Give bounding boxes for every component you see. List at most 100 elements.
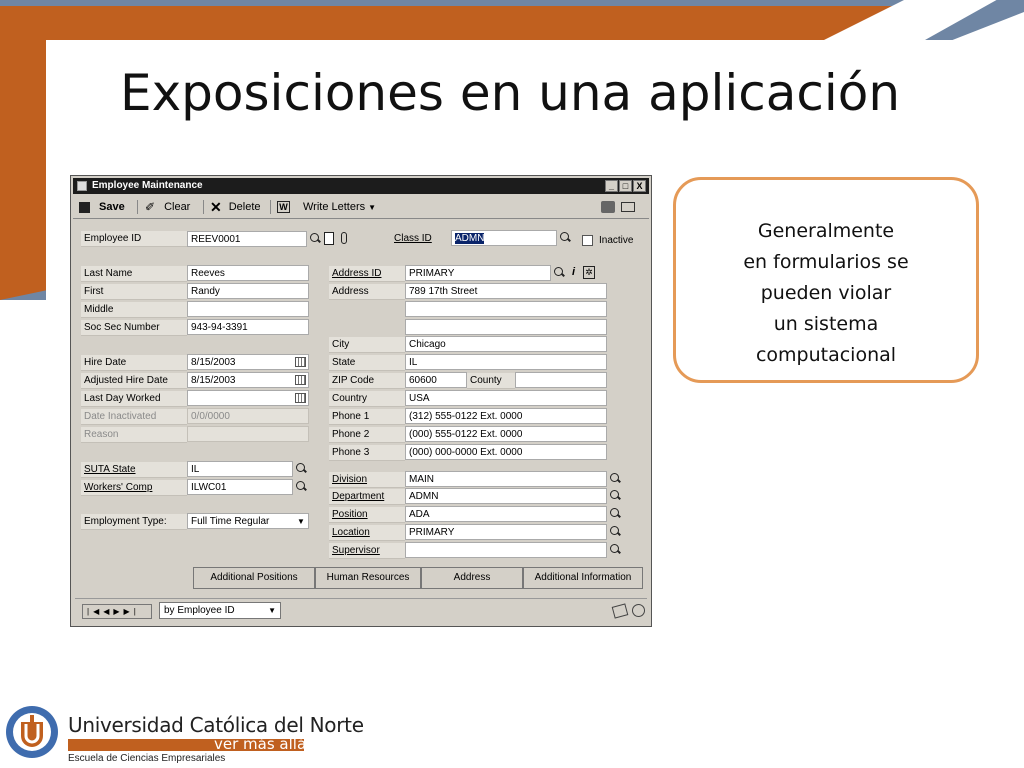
- clear-button[interactable]: ✐ Clear: [145, 200, 190, 214]
- inactive-checkbox[interactable]: [582, 235, 593, 246]
- employment-type-select[interactable]: Full Time Regular: [187, 513, 309, 529]
- reason-label: Reason: [81, 427, 187, 443]
- chevron-down-icon: ▼: [268, 606, 276, 615]
- adjusted-hire-date-field[interactable]: 8/15/2003: [187, 372, 309, 388]
- division-lookup-magnifier-icon[interactable]: [608, 472, 622, 486]
- university-name: Universidad Católica del Norte: [68, 713, 364, 737]
- callout-line: Generalmente: [757, 220, 895, 242]
- close-button[interactable]: X: [633, 180, 646, 192]
- sort-order-select[interactable]: by Employee ID ▼: [159, 602, 281, 619]
- paperclip-icon[interactable]: [341, 232, 347, 244]
- class-id-link[interactable]: Class ID: [391, 231, 446, 247]
- country-label: Country: [329, 391, 405, 407]
- division-field[interactable]: MAIN: [405, 471, 607, 487]
- document-note-icon[interactable]: [324, 232, 334, 245]
- address-line1-field[interactable]: 789 17th Street: [405, 283, 607, 299]
- minimize-button[interactable]: _: [605, 180, 618, 192]
- eraser-icon: ✐: [145, 200, 156, 214]
- supervisor-link[interactable]: Supervisor: [329, 543, 405, 559]
- last-name-label: Last Name: [81, 266, 187, 282]
- suta-lookup-magnifier-icon[interactable]: [294, 462, 308, 476]
- address-id-field[interactable]: PRIMARY: [405, 265, 551, 281]
- internet-info-icon[interactable]: ✲: [583, 266, 595, 279]
- window-view-icon[interactable]: [621, 202, 635, 212]
- record-navigation-icon[interactable]: |◀◀▶▶|: [82, 604, 152, 619]
- address-id-link[interactable]: Address ID: [329, 266, 405, 282]
- last-day-worked-label: Last Day Worked: [81, 391, 187, 407]
- calendar-icon[interactable]: [295, 375, 306, 385]
- university-tagline: ver más allá: [214, 735, 307, 753]
- zip-code-label: ZIP Code: [329, 373, 405, 389]
- write-letters-button[interactable]: W Write Letters ▼: [277, 200, 376, 214]
- help-icon[interactable]: [632, 604, 645, 617]
- delete-button[interactable]: ✕ Delete: [210, 200, 261, 214]
- supervisor-field[interactable]: [405, 542, 607, 558]
- save-label: Save: [99, 201, 125, 213]
- middle-name-label: Middle: [81, 302, 187, 318]
- employee-id-field[interactable]: REEV0001: [187, 231, 307, 247]
- address-line3-field[interactable]: [405, 319, 607, 335]
- department-field[interactable]: ADMN: [405, 488, 607, 504]
- workers-comp-link[interactable]: Workers' Comp: [81, 480, 187, 496]
- position-link[interactable]: Position: [329, 507, 405, 523]
- address-line2-field[interactable]: [405, 301, 607, 317]
- date-inactivated-label: Date Inactivated: [81, 409, 187, 425]
- ssn-label: Soc Sec Number: [81, 320, 187, 336]
- last-name-field[interactable]: Reeves: [187, 265, 309, 281]
- workers-comp-lookup-magnifier-icon[interactable]: [294, 480, 308, 494]
- phone1-field[interactable]: (312) 555-0122 Ext. 0000: [405, 408, 607, 424]
- window-app-icon: [77, 181, 87, 191]
- class-id-field[interactable]: ADMN: [451, 230, 557, 246]
- class-id-value: ADMN: [455, 233, 485, 244]
- address-button[interactable]: Address: [421, 567, 523, 589]
- toolbar-separator: [270, 200, 271, 214]
- phone2-field[interactable]: (000) 555-0122 Ext. 0000: [405, 426, 607, 442]
- middle-name-field[interactable]: [187, 301, 309, 317]
- zip-code-field[interactable]: 60600: [405, 372, 467, 388]
- toolbar-separator: [203, 200, 204, 214]
- position-lookup-magnifier-icon[interactable]: [608, 507, 622, 521]
- location-field[interactable]: PRIMARY: [405, 524, 607, 540]
- toolbar: Save ✐ Clear ✕ Delete W Write Letters ▼: [73, 196, 649, 219]
- lookup-magnifier-icon[interactable]: [308, 232, 322, 246]
- supervisor-lookup-magnifier-icon[interactable]: [608, 543, 622, 557]
- last-day-worked-field[interactable]: [187, 390, 309, 406]
- callout-line: pueden violar: [760, 282, 892, 304]
- maximize-button[interactable]: □: [619, 180, 632, 192]
- additional-positions-button[interactable]: Additional Positions: [193, 567, 315, 589]
- first-name-field[interactable]: Randy: [187, 283, 309, 299]
- info-icon[interactable]: i: [572, 266, 575, 278]
- location-link[interactable]: Location: [329, 525, 405, 541]
- country-field[interactable]: USA: [405, 390, 607, 406]
- location-lookup-magnifier-icon[interactable]: [608, 525, 622, 539]
- city-field[interactable]: Chicago: [405, 336, 607, 352]
- state-field[interactable]: IL: [405, 354, 607, 370]
- calendar-icon[interactable]: [295, 393, 306, 403]
- chevron-down-icon[interactable]: ▼: [297, 517, 305, 526]
- calendar-icon[interactable]: [295, 357, 306, 367]
- division-link[interactable]: Division: [329, 472, 405, 488]
- printer-icon[interactable]: [601, 201, 615, 213]
- human-resources-button[interactable]: Human Resources: [315, 567, 421, 589]
- suta-state-field[interactable]: IL: [187, 461, 293, 477]
- phone3-field[interactable]: (000) 000-0000 Ext. 0000: [405, 444, 607, 460]
- reason-field: [187, 426, 309, 442]
- department-link[interactable]: Department: [329, 489, 405, 505]
- department-lookup-magnifier-icon[interactable]: [608, 489, 622, 503]
- county-label: County: [467, 373, 515, 389]
- ssn-field[interactable]: 943-94-3391: [187, 319, 309, 335]
- suta-state-link[interactable]: SUTA State: [81, 462, 187, 478]
- position-field[interactable]: ADA: [405, 506, 607, 522]
- save-button[interactable]: Save: [79, 200, 125, 214]
- address-lookup-magnifier-icon[interactable]: [552, 266, 566, 280]
- county-field[interactable]: [515, 372, 607, 388]
- workers-comp-field[interactable]: ILWC01: [187, 479, 293, 495]
- hire-date-field[interactable]: 8/15/2003: [187, 354, 309, 370]
- window-titlebar: Employee Maintenance _ □ X: [73, 178, 649, 194]
- employee-maintenance-window: Employee Maintenance _ □ X Save ✐ Clear …: [70, 175, 652, 627]
- note-icon[interactable]: [611, 603, 629, 619]
- status-bar: |◀◀▶▶| by Employee ID ▼: [75, 598, 647, 623]
- floppy-disk-icon: [79, 201, 90, 213]
- class-lookup-magnifier-icon[interactable]: [558, 231, 572, 245]
- additional-information-button[interactable]: Additional Information: [523, 567, 643, 589]
